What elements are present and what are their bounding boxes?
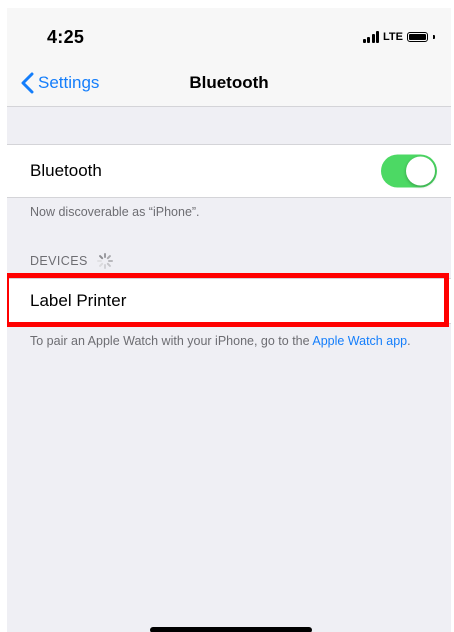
phone-screen: 4:25 LTE Settings Bluetooth Bluetooth No… — [7, 8, 451, 632]
bluetooth-row: Bluetooth — [7, 144, 451, 198]
devices-section-header: DEVICES — [30, 252, 114, 270]
apple-watch-pair-note: To pair an Apple Watch with your iPhone,… — [30, 333, 430, 350]
apple-watch-app-link[interactable]: Apple Watch app — [312, 334, 407, 348]
toggle-knob — [406, 156, 435, 186]
device-row-label-printer[interactable]: Label Printer — [7, 278, 451, 324]
bluetooth-toggle[interactable] — [381, 154, 437, 188]
pair-note-suffix: . — [407, 334, 411, 348]
loading-spinner-icon — [96, 253, 113, 269]
network-type: LTE — [383, 31, 403, 43]
signal-strength-icon — [362, 31, 380, 43]
battery-icon — [407, 32, 428, 42]
status-time: 4:25 — [47, 27, 85, 47]
page-title: Bluetooth — [189, 73, 269, 92]
navigation-bar: 4:25 LTE Settings Bluetooth — [7, 8, 451, 107]
device-name: Label Printer — [30, 291, 127, 310]
devices-header-label: DEVICES — [30, 254, 88, 268]
bluetooth-row-label: Bluetooth — [30, 161, 102, 180]
battery-cap-icon — [433, 35, 435, 39]
pair-note-text: To pair an Apple Watch with your iPhone,… — [30, 334, 313, 348]
status-indicators: LTE — [362, 30, 435, 44]
home-indicator[interactable] — [150, 627, 312, 632]
discoverable-text: Now discoverable as “iPhone”. — [30, 205, 200, 219]
